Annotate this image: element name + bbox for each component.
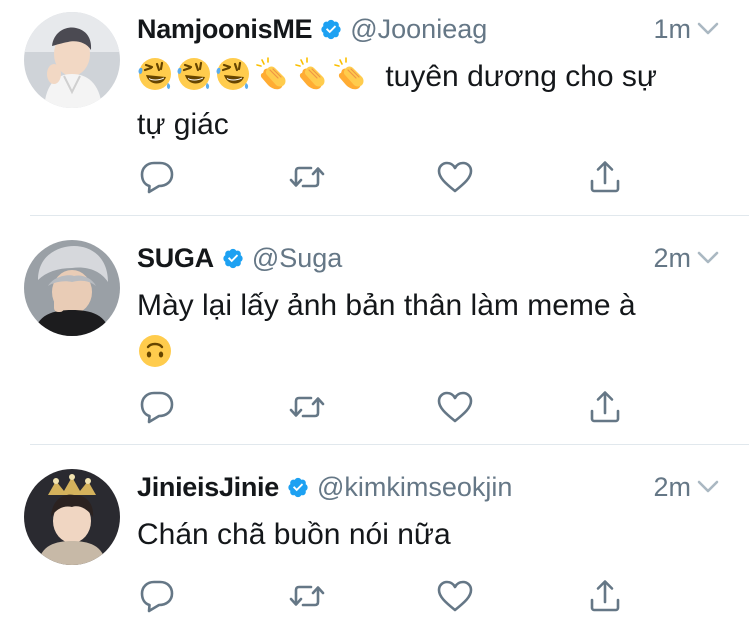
like-button[interactable]	[435, 157, 475, 197]
reply-button[interactable]	[137, 576, 177, 616]
tweet-header: NamjoonisME @Joonieag 1m	[137, 9, 719, 49]
like-icon	[435, 387, 475, 427]
tweet-text-part: tuyên dương cho sự	[385, 60, 657, 93]
reply-icon	[137, 576, 177, 616]
tweet-text: tuyên dương cho sự tự giác	[137, 53, 719, 149]
timestamp[interactable]: 1m	[653, 14, 691, 45]
tweet-text-line-2: tự giác	[137, 108, 229, 141]
retweet-icon	[287, 387, 327, 427]
tweet-header: JinieisJinie @kimkimseokjin 2m	[137, 467, 719, 507]
tweet-actions	[137, 387, 637, 427]
verified-badge-icon	[287, 476, 309, 498]
like-button[interactable]	[435, 576, 475, 616]
clapping-hands-emoji-icon	[332, 56, 368, 92]
reply-button[interactable]	[137, 387, 177, 427]
tweet-text-line-2	[137, 330, 719, 378]
retweet-button[interactable]	[287, 157, 327, 197]
retweet-icon	[287, 157, 327, 197]
chevron-down-icon[interactable]	[697, 251, 719, 265]
share-button[interactable]	[585, 387, 625, 427]
chevron-down-icon[interactable]	[697, 22, 719, 36]
display-name[interactable]: NamjoonisME	[137, 14, 313, 45]
username-handle[interactable]: @Joonieag	[350, 14, 487, 45]
clapping-hands-emoji-icon	[254, 56, 290, 92]
tweet-text-line-1: Mày lại lấy ảnh bản thân làm meme à	[137, 289, 636, 322]
reply-button[interactable]	[137, 157, 177, 197]
retweet-button[interactable]	[287, 576, 327, 616]
tweet-2[interactable]: SUGA @Suga 2m Mày lại lấy ảnh bản thân l…	[0, 216, 749, 444]
like-button[interactable]	[435, 387, 475, 427]
retweet-icon	[287, 576, 327, 616]
timestamp[interactable]: 2m	[653, 243, 691, 274]
tweet-header: SUGA @Suga 2m	[137, 238, 719, 278]
reply-icon	[137, 157, 177, 197]
tweet-actions	[137, 157, 637, 197]
rolling-on-floor-laughing-emoji-icon	[137, 56, 173, 92]
avatar-suga[interactable]	[24, 240, 120, 336]
tweet-text: Chán chã buồn nói nữa	[137, 511, 719, 559]
chevron-down-icon[interactable]	[697, 480, 719, 494]
tweet-text-line-1: Chán chã buồn nói nữa	[137, 518, 451, 551]
timestamp[interactable]: 2m	[653, 472, 691, 503]
share-icon	[585, 576, 625, 616]
avatar-jinieisjinie[interactable]	[24, 469, 120, 565]
display-name[interactable]: SUGA	[137, 243, 214, 274]
tweet-3[interactable]: JinieisJinie @kimkimseokjin 2m Chán chã …	[0, 445, 749, 627]
like-icon	[435, 157, 475, 197]
share-icon	[585, 387, 625, 427]
retweet-button[interactable]	[287, 387, 327, 427]
tweet-1[interactable]: NamjoonisME @Joonieag 1m tuyên dương cho…	[0, 0, 749, 215]
share-button[interactable]	[585, 157, 625, 197]
username-handle[interactable]: @kimkimseokjin	[317, 472, 512, 503]
share-button[interactable]	[585, 576, 625, 616]
rolling-on-floor-laughing-emoji-icon	[215, 56, 251, 92]
rolling-on-floor-laughing-emoji-icon	[176, 56, 212, 92]
like-icon	[435, 576, 475, 616]
tweet-text: Mày lại lấy ảnh bản thân làm meme à	[137, 282, 719, 378]
verified-badge-icon	[320, 18, 342, 40]
avatar-namjoonisme[interactable]	[24, 12, 120, 108]
tweet-text-line-1: tuyên dương cho sự	[137, 53, 719, 101]
username-handle[interactable]: @Suga	[252, 243, 342, 274]
reply-icon	[137, 387, 177, 427]
upside-down-face-emoji-icon	[137, 333, 173, 369]
display-name[interactable]: JinieisJinie	[137, 472, 279, 503]
clapping-hands-emoji-icon	[293, 56, 329, 92]
tweet-actions	[137, 576, 637, 616]
verified-badge-icon	[222, 247, 244, 269]
share-icon	[585, 157, 625, 197]
